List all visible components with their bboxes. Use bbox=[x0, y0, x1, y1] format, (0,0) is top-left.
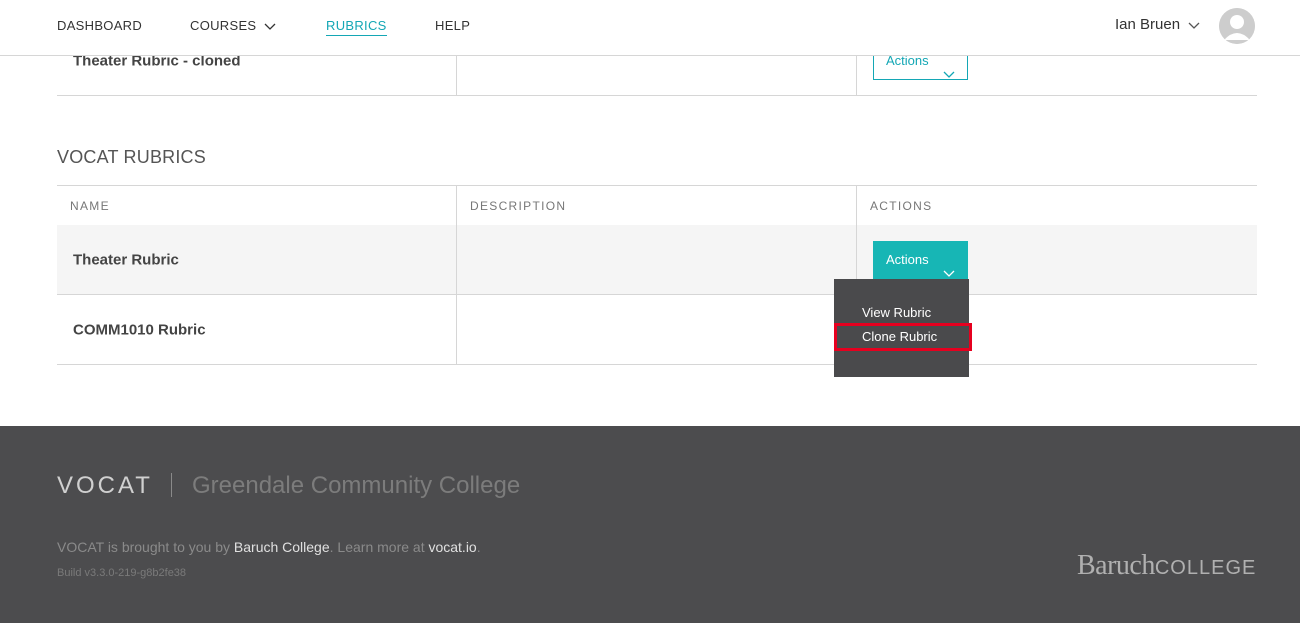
name-cell: COMM1010 Rubric bbox=[57, 295, 457, 364]
baruch-logo-college: COLLEGE bbox=[1154, 557, 1257, 579]
rubric-name: COMM1010 Rubric bbox=[73, 321, 206, 338]
column-header-label: NAME bbox=[70, 199, 110, 213]
baruch-college-logo: BaruchCOLLEGE bbox=[1077, 550, 1256, 582]
tagline-text: . Learn more at bbox=[329, 539, 429, 555]
nav-courses-label: COURSES bbox=[190, 18, 257, 33]
chevron-down-icon bbox=[943, 57, 955, 93]
clone-rubric-menu-item[interactable]: Clone Rubric bbox=[834, 323, 972, 351]
college-name: Greendale Community College bbox=[192, 472, 521, 499]
vocat-io-link[interactable]: vocat.io bbox=[428, 539, 476, 555]
table-row: Theater Rubric Actions bbox=[57, 225, 1257, 295]
user-name: Ian Bruen bbox=[1115, 16, 1181, 33]
column-header-name: NAME bbox=[57, 186, 457, 225]
actions-label: Actions bbox=[886, 252, 929, 267]
nav-rubrics[interactable]: RUBRICS bbox=[326, 18, 387, 36]
tagline-text: VOCAT is brought to you by bbox=[57, 539, 234, 555]
rubric-name: Theater Rubric bbox=[73, 251, 179, 268]
column-header-description: DESCRIPTION bbox=[457, 186, 857, 225]
actions-dropdown-menu: View Rubric Clone Rubric bbox=[834, 279, 972, 377]
table-row: COMM1010 Rubric bbox=[57, 295, 1257, 365]
top-nav: DASHBOARD COURSES RUBRICS HELP Ian Bruen bbox=[0, 0, 1300, 56]
avatar[interactable] bbox=[1219, 8, 1255, 44]
nav-help[interactable]: HELP bbox=[435, 18, 470, 34]
logo-divider bbox=[171, 473, 172, 497]
baruch-logo-word: Baruch bbox=[1077, 550, 1155, 581]
column-header-label: DESCRIPTION bbox=[470, 199, 567, 213]
user-menu[interactable]: Ian Bruen bbox=[1115, 16, 1200, 34]
actions-button[interactable]: Actions bbox=[873, 241, 968, 279]
build-version: Build v3.3.0-219-g8b2fe38 bbox=[57, 567, 187, 579]
nav-courses[interactable]: COURSES bbox=[190, 18, 276, 35]
section-title: VOCAT RUBRICS bbox=[57, 147, 206, 167]
nav-dashboard[interactable]: DASHBOARD bbox=[57, 18, 142, 34]
tagline-text: . bbox=[476, 539, 481, 555]
footer: VOCAT Greendale Community College VOCAT … bbox=[0, 426, 1300, 623]
baruch-college-link[interactable]: Baruch College bbox=[234, 539, 330, 555]
column-header-label: ACTIONS bbox=[870, 199, 933, 213]
vocat-logo: VOCAT bbox=[57, 472, 153, 499]
chevron-down-icon bbox=[1188, 17, 1200, 34]
column-header-actions: ACTIONS bbox=[857, 186, 1257, 225]
table-header: NAME DESCRIPTION ACTIONS bbox=[57, 185, 1257, 225]
description-cell bbox=[457, 295, 857, 364]
description-cell bbox=[457, 225, 857, 294]
chevron-down-icon bbox=[264, 19, 276, 35]
name-cell: Theater Rubric bbox=[57, 225, 457, 294]
user-icon bbox=[1219, 8, 1255, 44]
footer-tagline: VOCAT is brought to you by Baruch Colleg… bbox=[57, 539, 481, 555]
